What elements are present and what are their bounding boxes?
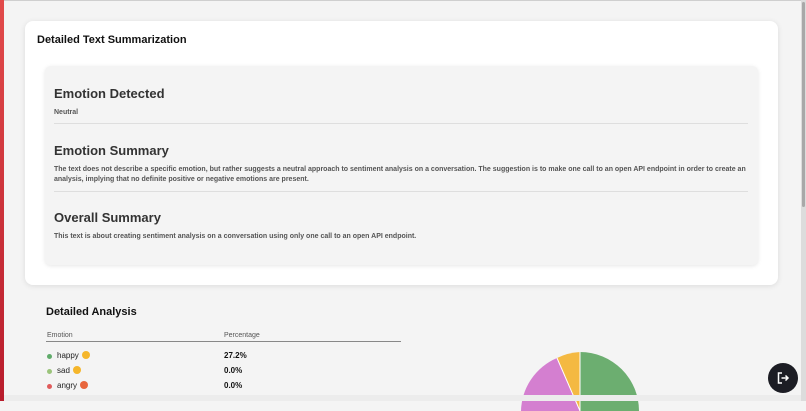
overall-summary-text: This text is about creating sentiment an…	[54, 233, 417, 240]
divider	[54, 123, 748, 124]
emotion-label: sad	[57, 366, 81, 375]
divider	[54, 191, 748, 192]
scrollbar-thumb[interactable]	[802, 2, 805, 207]
column-header-emotion: Emotion	[47, 332, 73, 339]
angry-legend-dot	[47, 384, 52, 389]
summary-card: Detailed Text Summarization Emotion Dete…	[25, 21, 778, 285]
table-row: sad 0.0%	[46, 366, 401, 378]
sad-emoji-icon	[72, 366, 81, 374]
percentage-value: 0.0%	[224, 381, 243, 390]
emotion-detected-value: Neutral	[54, 109, 79, 116]
emotion-summary-title: Emotion Summary	[54, 143, 169, 158]
analysis-title: Detailed Analysis	[46, 306, 137, 318]
emotion-pie-chart	[519, 351, 641, 411]
percentage-value: 0.0%	[224, 366, 243, 375]
happy-legend-dot	[47, 354, 52, 359]
bottom-edge	[4, 395, 801, 401]
summary-box: Emotion Detected Neutral Emotion Summary…	[45, 66, 758, 265]
emotion-detected-title: Emotion Detected	[54, 86, 165, 101]
pie-slice-happy	[580, 352, 639, 411]
table-row: angry 0.0%	[46, 381, 401, 393]
card-title: Detailed Text Summarization	[37, 34, 187, 46]
table-row: happy 27.2%	[46, 351, 401, 363]
table-header-rule	[46, 341, 401, 342]
angry-emoji-icon	[80, 381, 89, 389]
percentage-value: 27.2%	[224, 351, 247, 360]
emotion-summary-text: The text does not describe a specific em…	[54, 166, 746, 183]
logout-button[interactable]	[768, 363, 798, 393]
emotion-label: angry	[57, 381, 89, 390]
logout-icon	[777, 372, 790, 384]
overall-summary-title: Overall Summary	[54, 210, 161, 225]
column-header-percentage: Percentage	[224, 332, 260, 339]
scrollbar[interactable]	[801, 0, 806, 401]
happy-emoji-icon	[81, 351, 90, 359]
left-edge-strip	[0, 0, 4, 401]
pie-svg	[521, 352, 639, 411]
top-border	[4, 0, 801, 1]
emotion-label: happy	[57, 351, 90, 360]
sad-legend-dot	[47, 369, 52, 374]
